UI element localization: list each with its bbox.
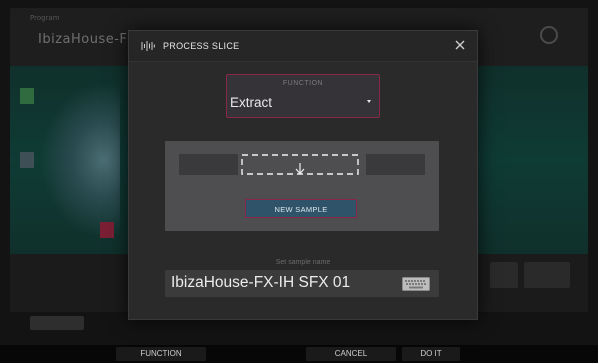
background-tab	[30, 316, 84, 330]
waveform-logo-icon	[141, 41, 155, 51]
chevron-down-icon	[367, 100, 371, 103]
background-edit-button	[524, 262, 570, 288]
background-icon-button	[490, 262, 518, 288]
new-sample-button[interactable]: NEW SAMPLE	[245, 199, 357, 218]
background-title: IbizaHouse-FX	[38, 32, 137, 47]
keyboard-icon[interactable]	[402, 277, 430, 291]
dialog-header: PROCESS SLICE	[129, 31, 477, 62]
function-value: Extract	[230, 95, 273, 110]
dialog-title: PROCESS SLICE	[163, 41, 240, 51]
function-label: FUNCTION	[282, 80, 324, 87]
sample-name-value: IbizaHouse-FX-IH SFX 01	[171, 274, 351, 291]
function-softkey[interactable]: FUNCTION	[116, 347, 206, 361]
background-sublabel: Program	[30, 14, 60, 22]
background-knob-icon	[540, 26, 558, 44]
diagram-right-segment	[366, 154, 425, 175]
close-icon[interactable]	[453, 38, 467, 52]
function-dropdown[interactable]: FUNCTION Extract	[226, 74, 380, 118]
do-it-softkey[interactable]: DO IT	[402, 347, 460, 361]
diagram-left-segment	[179, 154, 238, 175]
softkey-bar: FUNCTION CANCEL DO IT	[0, 345, 598, 363]
background-slice-marker	[100, 222, 114, 238]
sample-name-label: Set sample name	[275, 259, 331, 266]
background-slice-marker	[20, 152, 34, 168]
process-slice-dialog: PROCESS SLICE FUNCTION Extract NEW SAMPL…	[128, 30, 478, 320]
extract-diagram: NEW SAMPLE	[165, 141, 439, 231]
background-waveform-shape	[40, 82, 120, 238]
sample-name-field[interactable]: IbizaHouse-FX-IH SFX 01	[165, 270, 439, 297]
background-slice-marker	[20, 88, 34, 104]
cancel-softkey[interactable]: CANCEL	[306, 347, 396, 361]
diagram-extract-region	[241, 154, 359, 175]
